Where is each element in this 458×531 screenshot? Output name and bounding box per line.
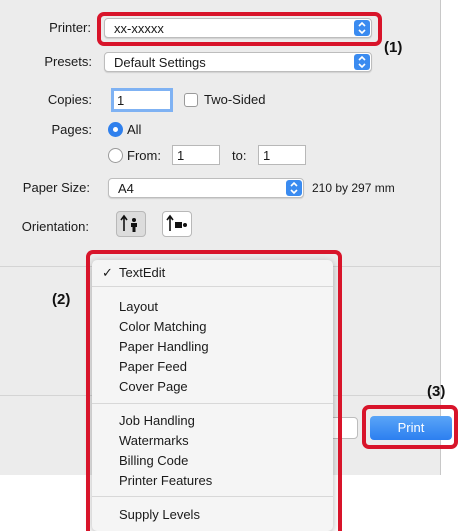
two-sided-checkbox[interactable] — [184, 93, 198, 107]
pages-from-radio[interactable] — [108, 148, 123, 163]
copies-field[interactable]: 1 — [111, 88, 173, 112]
callout-2: (2) — [52, 291, 71, 308]
orientation-landscape-button[interactable] — [162, 211, 192, 237]
pages-to-field[interactable]: 1 — [258, 145, 306, 165]
paper-size-stepper-icon — [286, 180, 302, 196]
orientation-portrait-button[interactable] — [116, 211, 146, 237]
callout-1: (1) — [384, 39, 403, 56]
pages-to-value: 1 — [263, 148, 271, 163]
copies-value: 1 — [117, 93, 125, 108]
pages-from-value: 1 — [177, 148, 185, 163]
landscape-icon — [166, 214, 187, 231]
pages-to-label: to: — [232, 148, 247, 163]
pages-all-label: All — [127, 122, 142, 137]
paper-size-label: Paper Size: — [22, 180, 90, 195]
printer-label: Printer: — [49, 20, 91, 35]
pages-label: Pages: — [51, 122, 92, 137]
two-sided-label: Two-Sided — [204, 92, 266, 107]
highlight-print — [362, 405, 458, 449]
pages-from-label: From: — [127, 148, 161, 163]
highlight-printer — [97, 12, 382, 46]
portrait-icon — [120, 214, 137, 232]
highlight-menu — [86, 250, 342, 531]
presets-label: Presets: — [44, 54, 92, 69]
presets-stepper-icon — [354, 54, 370, 70]
presets-popup[interactable]: Default Settings — [104, 52, 372, 72]
paper-size-popup[interactable]: A4 — [108, 178, 304, 198]
paper-size-value: A4 — [118, 181, 134, 196]
presets-value: Default Settings — [114, 55, 206, 70]
pages-all-radio[interactable] — [108, 122, 123, 137]
paper-dimensions: 210 by 297 mm — [312, 181, 395, 195]
callout-3: (3) — [427, 383, 446, 400]
orientation-label: Orientation: — [21, 219, 89, 234]
pages-from-field[interactable]: 1 — [172, 145, 220, 165]
copies-label: Copies: — [47, 92, 92, 107]
